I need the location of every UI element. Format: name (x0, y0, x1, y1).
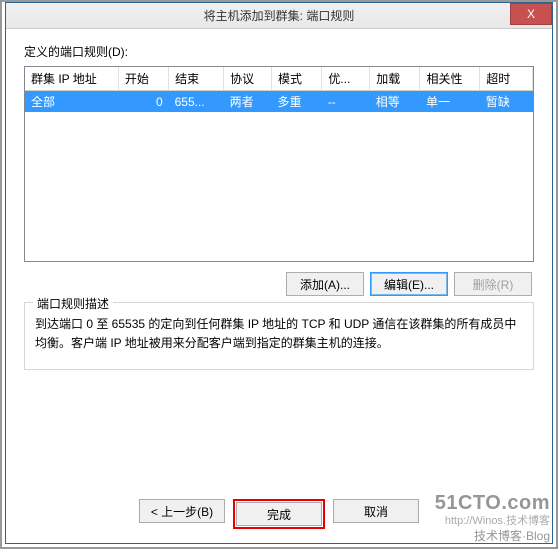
titlebar: 将主机添加到群集: 端口规则 X (6, 3, 552, 29)
col-mode[interactable]: 模式 (272, 67, 322, 91)
description-text: 到达端口 0 至 65535 的定向到任何群集 IP 地址的 TCP 和 UDP… (35, 315, 523, 353)
cell-end: 655... (169, 91, 224, 113)
cell-mode: 多重 (272, 91, 322, 113)
cell-timeout: 暂缺 (480, 91, 533, 113)
wizard-footer: < 上一步(B) 完成 取消 (6, 499, 552, 529)
table-row[interactable]: 全部 0 655... 两者 多重 -- 相等 单一 暂缺 (25, 91, 533, 113)
col-timeout[interactable]: 超时 (480, 67, 533, 91)
col-start[interactable]: 开始 (118, 67, 168, 91)
close-icon: X (527, 7, 535, 21)
col-protocol[interactable]: 协议 (224, 67, 272, 91)
port-rules-label: 定义的端口规则(D): (24, 43, 534, 60)
col-load[interactable]: 加载 (370, 67, 420, 91)
col-affinity[interactable]: 相关性 (420, 67, 480, 91)
table-header-row: 群集 IP 地址 开始 结束 协议 模式 优... 加载 相关性 超时 (25, 67, 533, 91)
cell-protocol: 两者 (224, 91, 272, 113)
dialog-window: 将主机添加到群集: 端口规则 X 定义的端口规则(D): 群集 IP 地址 开始… (5, 2, 553, 544)
titlebar-text: 将主机添加到群集: 端口规则 (6, 7, 552, 24)
description-title: 端口规则描述 (33, 295, 113, 312)
add-button[interactable]: 添加(A)... (286, 272, 364, 296)
dialog-content: 定义的端口规则(D): 群集 IP 地址 开始 结束 协议 模式 优... 加载 (6, 29, 552, 380)
back-button[interactable]: < 上一步(B) (139, 499, 225, 523)
cell-start: 0 (118, 91, 168, 113)
table-buttons: 添加(A)... 编辑(E)... 删除(R) (24, 272, 532, 296)
remove-button: 删除(R) (454, 272, 532, 296)
cancel-button[interactable]: 取消 (333, 499, 419, 523)
finish-button[interactable]: 完成 (236, 502, 322, 526)
col-priority[interactable]: 优... (322, 67, 370, 91)
description-groupbox: 端口规则描述 到达端口 0 至 65535 的定向到任何群集 IP 地址的 TC… (24, 302, 534, 370)
cell-priority: -- (322, 91, 370, 113)
screenshot-frame: 将主机添加到群集: 端口规则 X 定义的端口规则(D): 群集 IP 地址 开始… (0, 0, 558, 549)
cell-cluster-ip: 全部 (25, 91, 118, 113)
col-cluster-ip[interactable]: 群集 IP 地址 (25, 67, 118, 91)
finish-highlight: 完成 (233, 499, 325, 529)
col-end[interactable]: 结束 (169, 67, 224, 91)
cell-affinity: 单一 (420, 91, 480, 113)
close-button[interactable]: X (510, 3, 552, 25)
cell-load: 相等 (370, 91, 420, 113)
edit-button[interactable]: 编辑(E)... (370, 272, 448, 296)
port-rules-table[interactable]: 群集 IP 地址 开始 结束 协议 模式 优... 加载 相关性 超时 全部 0 (24, 66, 534, 262)
